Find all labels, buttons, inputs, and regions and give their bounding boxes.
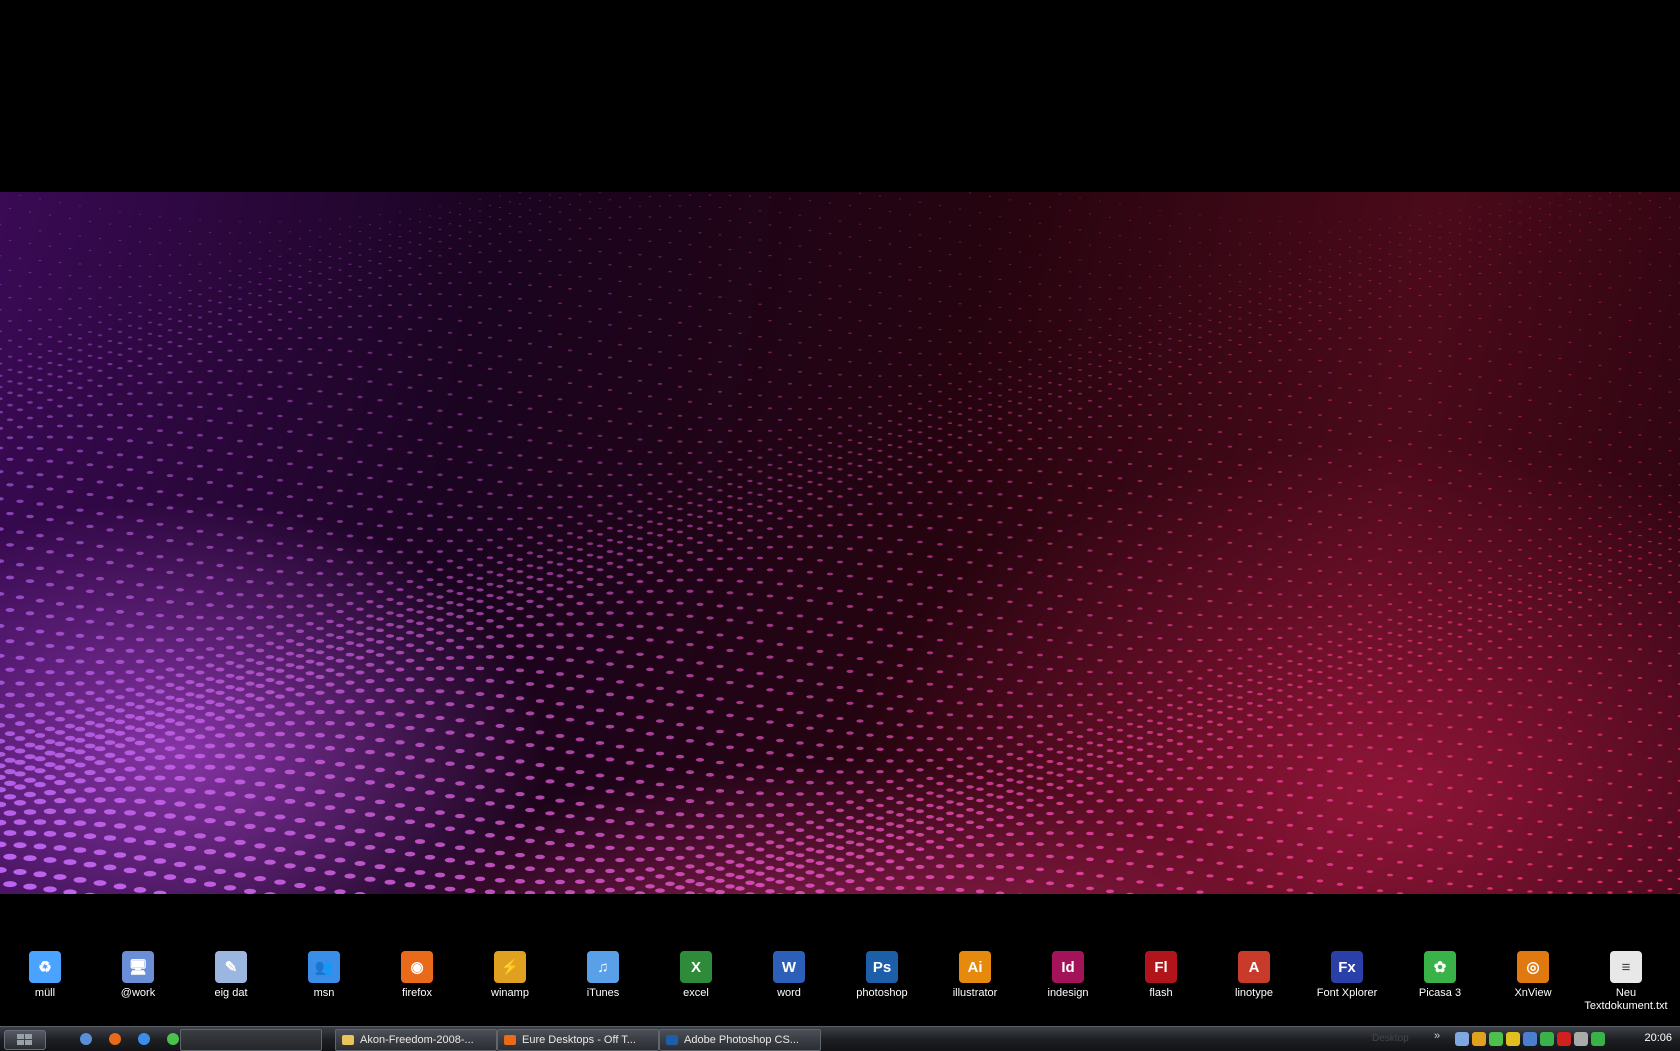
task-button-label: Adobe Photoshop CS... [684,1034,799,1046]
itunes-icon: ♫ [587,951,619,983]
text-document-icon: ≡ [1610,951,1642,983]
antivirus-icon[interactable] [1557,1032,1571,1046]
3d-icon[interactable] [1523,1032,1537,1046]
desktop-icon-label: @work [93,987,183,1000]
desktop-icon-label: XnView [1488,987,1578,1000]
desktop-wallpaper [0,192,1680,894]
desktop-icon-firefox[interactable]: ◉ firefox [372,945,462,1000]
show-desktop-icon [79,1032,93,1046]
font-xplorer-icon: Fx [1331,951,1363,983]
desktop-icon-label: iTunes [558,987,648,1000]
desktop-icon-label: linotype [1209,987,1299,1000]
windows-logo-icon [17,1034,33,1046]
nvidia-icon[interactable] [1506,1032,1520,1046]
desktop-icon-linotype[interactable]: Alinotype [1209,945,1299,1000]
start-button[interactable] [4,1030,46,1050]
system-tray: Desktop » 20:06 [1360,1027,1680,1051]
desktop-icon-label: Neu Textdokument.txt [1581,987,1671,1013]
desktop-icon-word[interactable]: Wword [744,945,834,1000]
desktop-icon-label: Font Xplorer [1302,987,1392,1000]
desktop-icon-computer[interactable]: 🖥 @work [93,945,183,1000]
desktop-icon-documents[interactable]: ✎ eig dat [186,945,276,1000]
desktop-toolbar-label[interactable]: Desktop [1372,1033,1409,1044]
internet-explorer-icon [137,1032,151,1046]
linotype-icon: A [1238,951,1270,983]
msn-status-icon[interactable] [1489,1032,1503,1046]
task-button[interactable]: Akon-Freedom-2008-... [335,1029,497,1051]
toolbar-chevron-icon[interactable]: » [1434,1030,1440,1042]
documents-icon: ✎ [215,951,247,983]
quick-launch-show-desktop-icon[interactable] [78,1031,94,1047]
illustrator-icon: Ai [959,951,991,983]
desktop-icon-winamp[interactable]: ⚡ winamp [465,945,555,1000]
desktop-icon-label: flash [1116,987,1206,1000]
desktop-icon-indesign[interactable]: Id indesign [1023,945,1113,1000]
msn-messenger-icon [166,1032,180,1046]
computer-icon: 🖥 [122,951,154,983]
safely-remove-icon[interactable] [1540,1032,1554,1046]
desktop-icon-label: indesign [1023,987,1113,1000]
recycle-bin-icon: ♻ [29,951,61,983]
desktop-icon-itunes[interactable]: ♫ iTunes [558,945,648,1000]
desktop-icon-row: ♻ müll 🖥 @work ✎ eig dat 👥 msn ◉ firefox ⚡ winamp ♫ i… [0,945,1680,1025]
clock[interactable]: 20:06 [1644,1032,1672,1044]
firefox-icon: ◉ [401,951,433,983]
xnview-icon: ◎ [1517,951,1549,983]
quick-launch-firefox-icon[interactable] [107,1031,123,1047]
sound-icon[interactable] [1574,1032,1588,1046]
quick-launch-internet-explorer-icon[interactable] [136,1031,152,1047]
desktop-icon-photoshop[interactable]: Ps photoshop [837,945,927,1000]
update-icon[interactable] [1591,1032,1605,1046]
desktop-icon-label: winamp [465,987,555,1000]
excel-icon: X [680,951,712,983]
desktop-icon-label: photoshop [837,987,927,1000]
word-icon: W [773,951,805,983]
task-button-blurred[interactable] [180,1029,322,1051]
photoshop-icon [665,1033,679,1047]
desktop-icon-label: illustrator [930,987,1020,1000]
desktop-icon-label: firefox [372,987,462,1000]
desktop-icon-illustrator[interactable]: Ai illustrator [930,945,1020,1000]
task-button-label: Akon-Freedom-2008-... [360,1034,474,1046]
desktop-icon-label: msn [279,987,369,1000]
taskbar: Akon-Freedom-2008-... Eure Desktops - Off… [0,1026,1680,1051]
msn-messenger-icon: 👥 [308,951,340,983]
folder-icon [341,1033,355,1047]
desktop-icon-xnview[interactable]: ◎ XnView [1488,945,1578,1000]
desktop-icon-label: excel [651,987,741,1000]
desktop-icon-recycle-bin[interactable]: ♻ müll [0,945,90,1000]
winamp-agent-icon[interactable] [1472,1032,1486,1046]
indesign-icon: Id [1052,951,1084,983]
quick-launch-msn-messenger-icon[interactable] [165,1031,181,1047]
desktop-icon-picasa[interactable]: ✿ Picasa 3 [1395,945,1485,1000]
desktop-icon-label: eig dat [186,987,276,1000]
firefox-icon [108,1032,122,1046]
wallpaper-dot-pattern [0,192,1680,894]
firefox-icon [503,1033,517,1047]
picasa-icon: ✿ [1424,951,1456,983]
desktop-icon-msn-messenger[interactable]: 👥 msn [279,945,369,1000]
task-button[interactable]: Adobe Photoshop CS... [659,1029,821,1051]
task-button-label: Eure Desktops - Off T... [522,1034,636,1046]
task-button[interactable]: Eure Desktops - Off T... [497,1029,659,1051]
winamp-icon: ⚡ [494,951,526,983]
desktop-icon-label: word [744,987,834,1000]
desktop-icon-excel[interactable]: Xexcel [651,945,741,1000]
desktop-icon-label: müll [0,987,90,1000]
desktop-icon-label: Picasa 3 [1395,987,1485,1000]
photoshop-icon: Ps [866,951,898,983]
desktop-icon-text-document[interactable]: ≡ Neu Textdokument.txt [1581,945,1671,1013]
flash-icon: Fl [1145,951,1177,983]
desktop-icon-font-xplorer[interactable]: Fx Font Xplorer [1302,945,1392,1000]
network-icon[interactable] [1455,1032,1469,1046]
desktop-icon-flash[interactable]: Fl flash [1116,945,1206,1000]
